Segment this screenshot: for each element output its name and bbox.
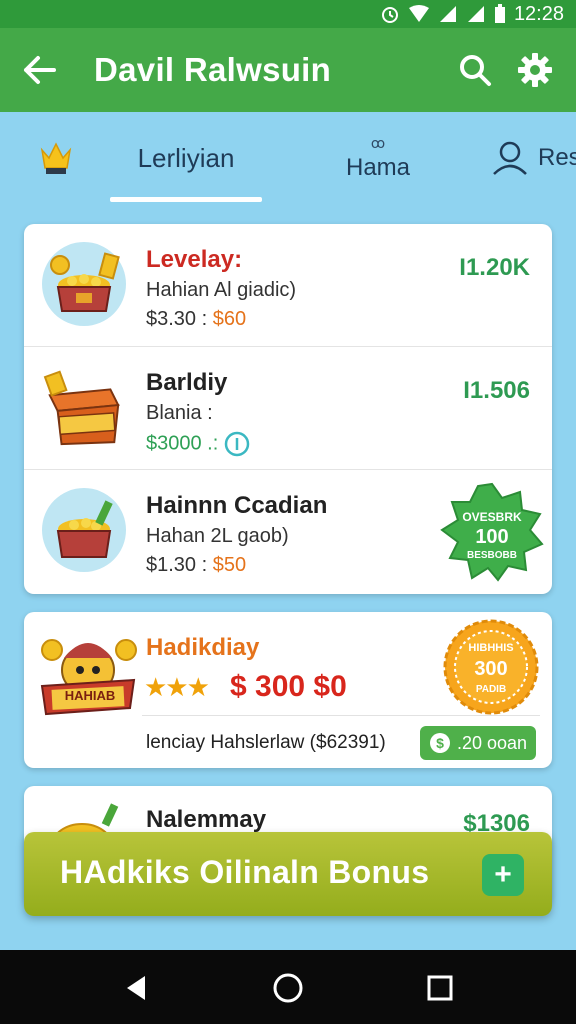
- treasure-chest-icon: [42, 488, 126, 572]
- gear-icon: [518, 53, 552, 87]
- claim-button[interactable]: $ .20 ooan: [420, 726, 536, 760]
- wifi-icon: [408, 5, 430, 23]
- item-amount: I1.506: [463, 377, 530, 404]
- list-item[interactable]: Barldiy Blania : $3000 .: I1.506: [24, 347, 552, 470]
- svg-text:$: $: [436, 735, 444, 751]
- add-bonus-button[interactable]: +: [482, 854, 524, 896]
- back-button[interactable]: [18, 48, 62, 92]
- item-name: Hainnn Ccadian: [146, 492, 328, 519]
- discount-badge: OVESBRK 100 BESBOBB: [438, 482, 546, 582]
- item-price-label: $3.30 :: [146, 308, 213, 330]
- nav-home-button[interactable]: [272, 972, 304, 1004]
- crown-icon: [40, 142, 72, 174]
- item-subtitle: Hahian Al giadic): [146, 279, 297, 301]
- item-amount: I1.20K: [459, 254, 530, 281]
- search-icon: [460, 55, 491, 86]
- square-recents-icon: [427, 975, 453, 1001]
- bonus-banner[interactable]: HAdkiks Oilinaln Bonus +: [24, 832, 552, 916]
- seal-bottom-text: PADIB: [475, 684, 507, 695]
- mascot-icon: HAHIAB: [38, 628, 138, 720]
- promo-price: $ 300 $0: [230, 670, 347, 703]
- back-arrow-icon: [24, 56, 56, 84]
- system-nav-bar: [0, 950, 576, 1024]
- signal-icon-2: [466, 5, 486, 23]
- badge-top-text: OVESBRK: [462, 510, 522, 524]
- promo-name: Hadikdiay: [146, 634, 260, 661]
- promo-card[interactable]: HAHIAB Hadikdiay ★★★ $ 300 $0 HIBHHIS 30…: [24, 612, 552, 768]
- item-name: Barldiy: [146, 369, 228, 396]
- tab-home-caption: ꝏ: [370, 134, 386, 151]
- nav-recents-button[interactable]: [424, 972, 456, 1004]
- triangle-back-icon: [127, 976, 145, 1000]
- badge-value: 100: [475, 526, 509, 548]
- app-bar: Davil Ralwsuin: [0, 28, 576, 112]
- nav-back-button[interactable]: [120, 972, 152, 1004]
- tab-home-label: Hama: [345, 153, 411, 181]
- items-card: Levelay: Hahian Al giadic) $3.30 : $60 I…: [24, 224, 552, 594]
- item-name: Nalemmay: [146, 806, 267, 833]
- battery-icon: [494, 4, 506, 24]
- rating-stars: ★★★: [144, 672, 210, 702]
- item-price: $3.30 : $60: [146, 308, 246, 331]
- status-time: 12:28: [513, 2, 564, 25]
- item-price-accent: $50: [212, 554, 247, 576]
- tab-leaderboard[interactable]: Lerliyian: [110, 112, 262, 204]
- item-price-label: $3000 .:: [146, 432, 219, 455]
- page-title: Davil Ralwsuin: [94, 51, 332, 88]
- gift-box-icon: [42, 365, 126, 449]
- tab-bar: Lerliyian ꝏ Hama Res: [0, 112, 576, 204]
- tab-leaderboard-label: Lerliyian: [137, 142, 235, 173]
- bonus-banner-label: HAdkiks Oilinaln Bonus: [60, 854, 430, 890]
- item-price: $1.30 : $50: [146, 554, 246, 577]
- tab-favorites[interactable]: [36, 112, 86, 204]
- item-subtitle: Hahan 2L gaob): [146, 525, 289, 547]
- list-item[interactable]: Levelay: Hahian Al giadic) $3.30 : $60 I…: [24, 224, 552, 347]
- item-price: $3000 .:: [146, 431, 250, 457]
- seal-value: 300: [474, 658, 508, 680]
- signal-icon: [438, 5, 458, 23]
- list-item[interactable]: Hainnn Ccadian Hahan 2L gaob) $1.30 : $5…: [24, 470, 552, 593]
- dollar-icon: $: [429, 733, 450, 753]
- tab-profile[interactable]: Res: [490, 112, 576, 204]
- tab-profile-label: Res: [538, 144, 576, 171]
- settings-button[interactable]: [512, 47, 558, 93]
- box-label: HAHIAB: [64, 688, 116, 703]
- treasure-chest-icon: [42, 242, 126, 326]
- seal-badge: HIBHHIS 300 PADIB: [442, 618, 540, 716]
- alarm-icon: [380, 4, 400, 24]
- item-subtitle: Blania :: [146, 402, 213, 424]
- circle-home-icon: [273, 973, 303, 1003]
- item-name: Levelay:: [146, 246, 243, 273]
- item-price-accent: $60: [212, 308, 247, 330]
- coin-icon: [224, 431, 250, 457]
- divider: [142, 715, 540, 716]
- badge-bottom-text: BESBOBB: [466, 550, 517, 561]
- tab-home[interactable]: ꝏ Hama: [335, 112, 421, 204]
- claim-button-label: .20 ooan: [456, 732, 528, 753]
- status-bar: 12:28: [0, 0, 576, 28]
- plus-icon: +: [494, 858, 512, 891]
- item-price-label: $1.30 :: [146, 554, 213, 576]
- promo-footer: lenciay Hahslerlaw ($62391): [146, 732, 386, 753]
- user-icon: [493, 141, 527, 175]
- seal-top-text: HIBHHIS: [468, 642, 514, 654]
- tab-active-indicator: [110, 197, 262, 202]
- search-button[interactable]: [452, 47, 498, 93]
